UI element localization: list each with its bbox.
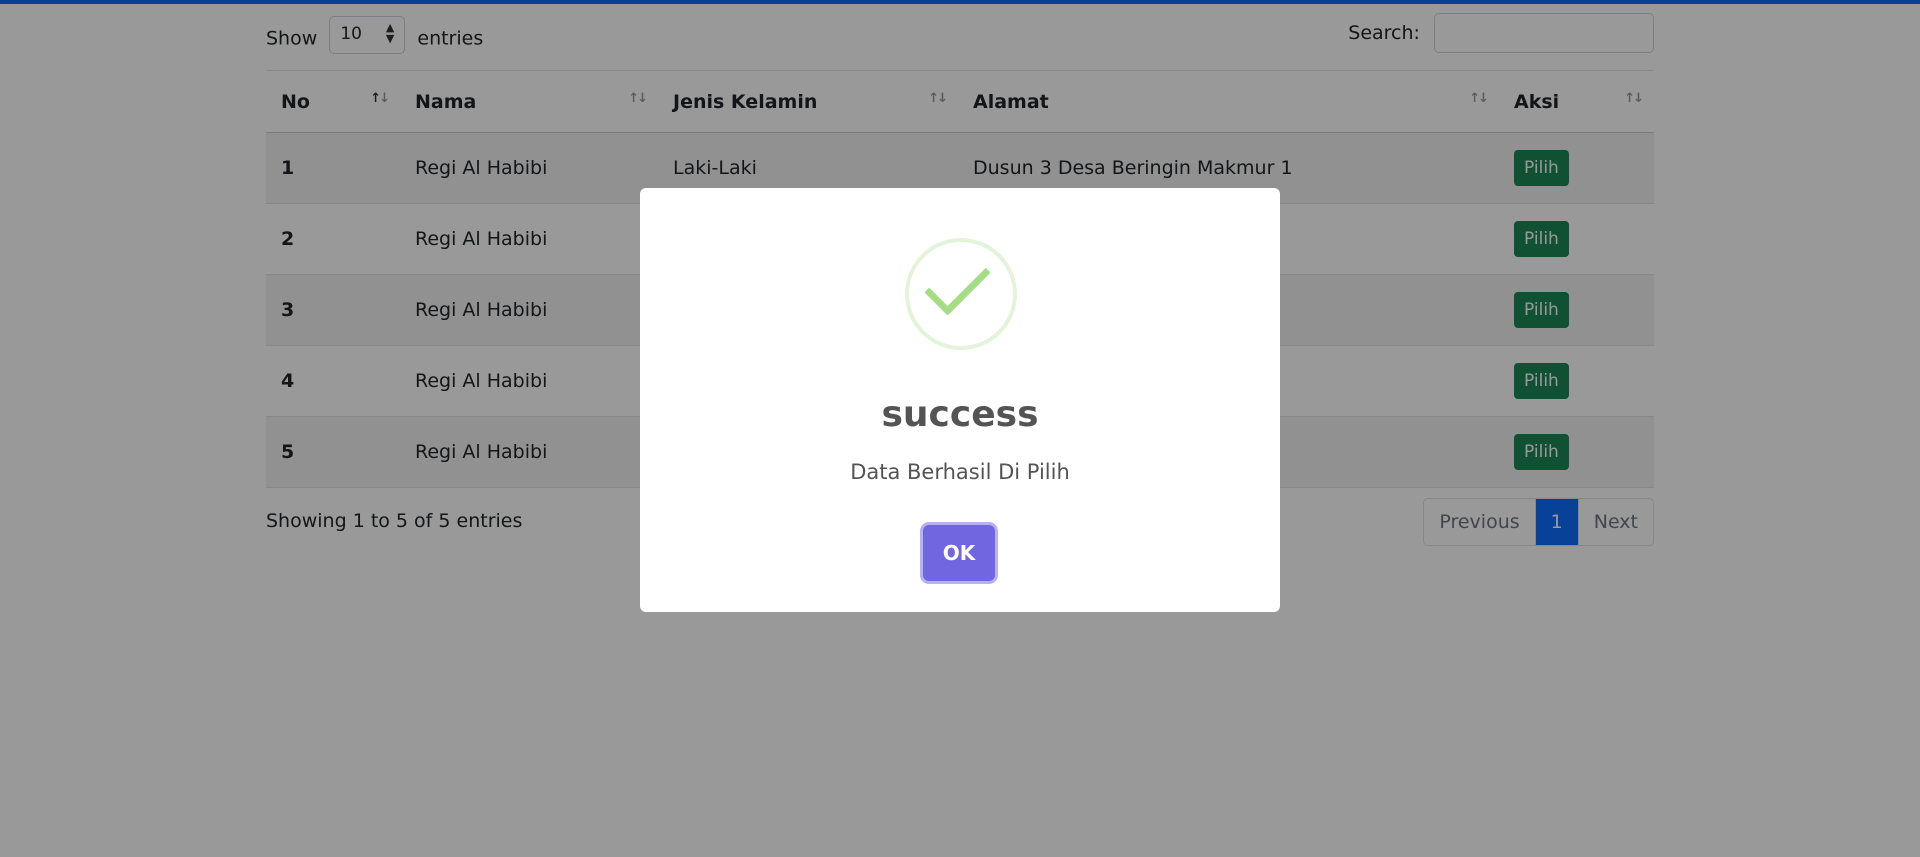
success-dialog: success Data Berhasil Di Pilih OK [640,188,1280,612]
checkmark-icon [924,249,991,316]
ok-button[interactable]: OK [923,525,995,581]
dialog-title: success [881,394,1039,435]
dialog-message: Data Berhasil Di Pilih [850,460,1070,484]
success-check-icon [905,238,1017,350]
